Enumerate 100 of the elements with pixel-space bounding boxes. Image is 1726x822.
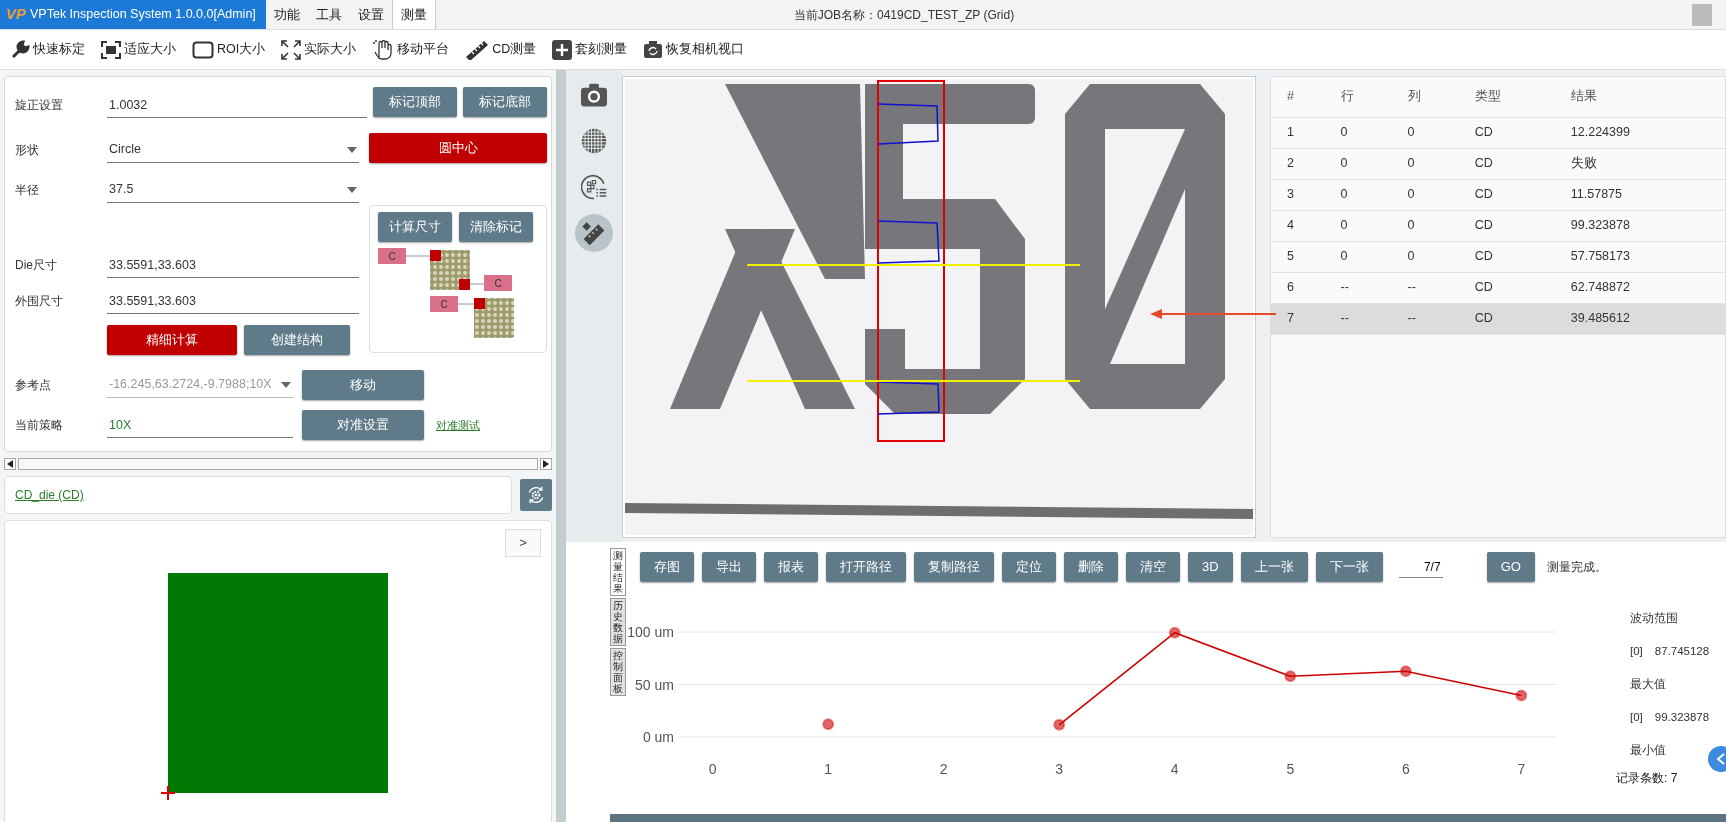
view-tool-button[interactable] [575, 214, 613, 252]
toolbar-button[interactable]: 上一张 [1240, 552, 1308, 582]
stat-label: 波动范围 [1629, 610, 1678, 626]
toolbar-button[interactable]: 下一张 [1315, 552, 1383, 582]
plus-icon [552, 39, 573, 60]
table-cell: CD [1458, 117, 1555, 148]
create-structure-button[interactable]: 创建结构 [243, 325, 350, 355]
toolbar-button[interactable]: 适应大小 [95, 38, 182, 61]
toolbar-button[interactable]: 复制路径 [914, 552, 994, 582]
data-point [1284, 670, 1297, 683]
menu-tab[interactable]: 工具 [307, 0, 350, 29]
data-point [1515, 689, 1528, 702]
toolbar-button[interactable]: CD测量 [459, 37, 543, 62]
toolbar-button[interactable]: ROI大小 [186, 38, 272, 61]
table-cell: 4 [1271, 210, 1325, 241]
table-cell: -- [1391, 272, 1459, 303]
table-cell: 5 [1271, 241, 1325, 272]
move-button[interactable]: 移动 [302, 370, 424, 400]
stat-value: 87.745128 [1654, 643, 1710, 659]
table-cell: 12.224399 [1554, 117, 1725, 148]
field-label: 当前策略 [15, 417, 64, 434]
next-button[interactable]: > [505, 529, 541, 557]
align-test-link[interactable]: 对准测试 [436, 416, 480, 434]
menu-tab[interactable]: 测量 [391, 0, 436, 29]
go-button[interactable]: GO [1486, 552, 1535, 582]
table-cell: -- [1324, 272, 1392, 303]
menu-tab[interactable]: 功能 [265, 0, 308, 29]
fine-calc-button[interactable]: 精细计算 [107, 325, 237, 355]
axis-label: 6 [1401, 761, 1410, 777]
field-label: 形状 [15, 142, 40, 159]
toolbar-button[interactable]: 存图 [640, 552, 694, 582]
table-cell: 0 [1324, 148, 1392, 179]
table-cell: 39.485612 [1554, 303, 1725, 334]
crosshair-icon [161, 786, 175, 800]
table-cell: CD [1458, 303, 1555, 334]
toolbar-button[interactable]: 套刻测量 [546, 37, 634, 62]
data-point [822, 718, 835, 731]
toolbar-button[interactable]: 导出 [702, 552, 756, 582]
app-logo: VP [6, 4, 26, 25]
axis-label: 2 [939, 761, 948, 777]
ruler-icon [465, 39, 490, 60]
strategy-field[interactable]: 10X [107, 412, 293, 438]
table-cell: 6 [1271, 272, 1325, 303]
axis-label: 4 [1170, 761, 1179, 777]
toolbar-button[interactable]: 移动平台 [366, 37, 456, 62]
node-tag: C [430, 296, 458, 312]
recipe-link[interactable]: CD_die (CD) [15, 486, 84, 504]
wrench-icon [10, 39, 30, 60]
record-count: 记录条数: 7 [1616, 770, 1678, 787]
toolbar-button[interactable]: 打开路径 [826, 552, 906, 582]
leader-line [457, 303, 475, 305]
outer-size-field[interactable]: 33.5591,33.603 [107, 288, 359, 314]
data-point [1399, 665, 1412, 678]
table-cell: 0 [1391, 117, 1459, 148]
stat-index: [0] [1630, 709, 1643, 725]
column-header: 类型 [1458, 77, 1555, 117]
caret-icon [347, 146, 357, 153]
stat-index: [0] [1630, 643, 1643, 659]
app-title: VPTek Inspection System 1.0.0.0[Admin] [30, 6, 256, 24]
circle-center-button[interactable]: 圆中心 [369, 133, 547, 163]
toolbar-button[interactable]: 快速标定 [4, 37, 91, 62]
table-cell: 7 [1271, 303, 1325, 334]
data-point [1168, 626, 1181, 639]
scroll-right-icon[interactable] [540, 458, 552, 470]
toolbar-button[interactable]: 3D [1188, 552, 1233, 582]
stat-value: 99.323878 [1654, 709, 1710, 725]
scrollbar-track[interactable] [18, 458, 538, 470]
clear-marks-button[interactable]: 清除标记 [458, 212, 533, 242]
calc-size-button[interactable]: 计算尺寸 [378, 212, 452, 242]
shape-dropdown[interactable]: Circle [107, 137, 359, 163]
table-cell: 0 [1391, 210, 1459, 241]
field-label: 参考点 [15, 377, 52, 394]
toolbar-button[interactable]: 清空 [1126, 552, 1180, 582]
side-tab[interactable]: 控制面板 [610, 648, 626, 696]
rotation-field[interactable]: 1.0032 [107, 92, 367, 118]
toolbar-button[interactable]: 实际大小 [275, 37, 363, 62]
align-settings-button[interactable]: 对准设置 [302, 410, 424, 440]
table-cell: 62.748872 [1554, 272, 1725, 303]
job-name: 当前JOB名称：0419CD_TEST_ZP (Grid) [793, 6, 1015, 24]
side-tab[interactable]: 历史数据 [610, 598, 626, 646]
stat-label: 最大值 [1629, 676, 1666, 692]
stat-label: 最小值 [1629, 742, 1666, 758]
refresh-settings-button[interactable] [520, 479, 552, 511]
axis-label: 5 [1286, 761, 1295, 777]
mark-top-button[interactable]: 标记顶部 [372, 87, 457, 117]
mark-bottom-button[interactable]: 标记底部 [463, 87, 547, 117]
toolbar-button[interactable]: 恢复相机视口 [637, 37, 751, 62]
page-field[interactable]: 7/7 [1398, 556, 1443, 578]
side-tab[interactable]: 测量结果 [610, 548, 626, 596]
radius-dropdown[interactable]: 37.5 [107, 177, 359, 203]
die-size-field[interactable]: 33.5591,33.603 [107, 252, 359, 278]
toolbar-button[interactable]: 删除 [1064, 552, 1118, 582]
caret-icon [347, 186, 357, 193]
camera-rotate-icon [643, 39, 664, 60]
menu-tab[interactable]: 设置 [349, 0, 392, 29]
column-header: 行 [1324, 77, 1392, 117]
scroll-left-icon[interactable] [4, 458, 16, 470]
status-text: 测量完成。 [1546, 559, 1607, 576]
toolbar-button[interactable]: 定位 [1002, 552, 1056, 582]
toolbar-button[interactable]: 报表 [764, 552, 818, 582]
